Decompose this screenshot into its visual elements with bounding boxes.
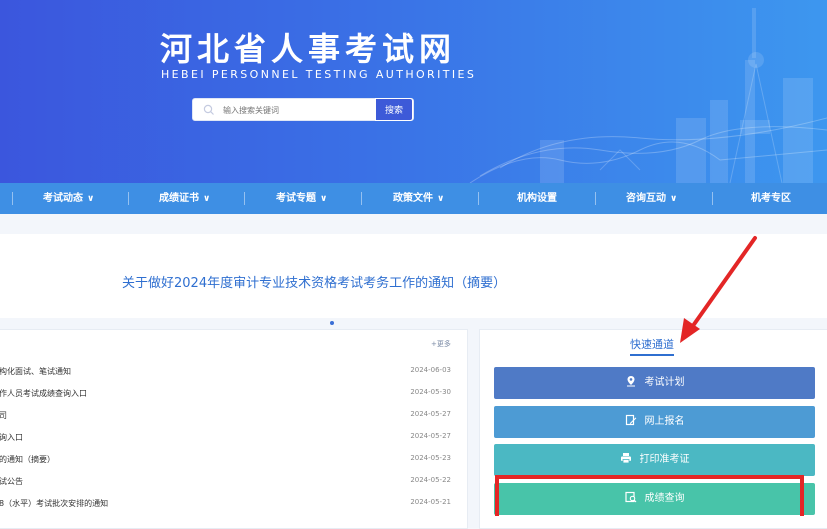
printer-icon [620, 453, 631, 464]
carousel-indicator-dot[interactable] [330, 321, 334, 325]
nav-item-label: 政策文件 [393, 193, 433, 204]
search-box: 搜索 [192, 98, 414, 121]
list-item[interactable]: 构化面试、笔试通知 2024-06-03 [0, 361, 455, 383]
news-date: 2024-05-27 [410, 410, 451, 418]
nav-divider [361, 192, 362, 205]
list-item[interactable]: 询入口 2024-05-27 [0, 427, 455, 449]
nav-item-exam-news[interactable]: 考试动态 ∨ [43, 183, 94, 214]
news-title: 司 [0, 411, 7, 420]
news-title: 构化面试、笔试通知 [0, 367, 71, 376]
nav-item-exam-topics[interactable]: 考试专题 ∨ [276, 183, 327, 214]
nav-item-label: 机考专区 [751, 193, 791, 204]
news-title: 8（水平）考试批次安排的通知 [0, 499, 109, 508]
score-query-button[interactable]: 成绩查询 [494, 483, 815, 515]
list-item[interactable]: 试公告 2024-05-22 [0, 471, 455, 493]
notice-headline-link[interactable]: 关于做好2024年度审计专业技术资格考试考务工作的通知（摘要） [122, 272, 506, 291]
notice-carousel: 关于做好2024年度审计专业技术资格考试考务工作的通知（摘要） [0, 214, 827, 325]
header-banner: 河北省人事考试网 HEBEI PERSONNEL TESTING AUTHORI… [0, 0, 827, 183]
chevron-down-icon: ∨ [87, 194, 95, 204]
news-title: 询入口 [0, 433, 23, 442]
nav-item-consultation[interactable]: 咨询互动 ∨ [626, 183, 677, 214]
list-item[interactable]: 司 2024-05-27 [0, 405, 455, 427]
news-date: 2024-05-30 [410, 388, 451, 396]
nav-item-scores-certificates[interactable]: 成绩证书 ∨ [159, 183, 210, 214]
chevron-down-icon: ∨ [203, 194, 211, 204]
score-search-icon [624, 491, 636, 503]
button-label: 成绩查询 [644, 493, 685, 504]
news-panel: +更多 构化面试、笔试通知 2024-06-03 作人员考试成绩查询入口 2024-… [0, 329, 468, 529]
chevron-down-icon: ∨ [670, 194, 678, 204]
nav-divider [478, 192, 479, 205]
nav-divider [595, 192, 596, 205]
search-input[interactable] [223, 102, 363, 118]
nav-divider [244, 192, 245, 205]
news-date: 2024-05-23 [410, 454, 451, 462]
nav-item-label: 考试动态 [43, 193, 83, 204]
edit-form-icon [625, 414, 636, 426]
quick-access-panel: 快速通道 考试计划 网上报名 打印准考证 成绩查询 [479, 329, 827, 529]
news-date: 2024-05-21 [410, 498, 451, 506]
news-title: 的通知（摘要） [0, 455, 55, 464]
chevron-down-icon: ∨ [320, 194, 328, 204]
news-date: 2024-05-27 [410, 432, 451, 440]
site-title: 河北省人事考试网 [160, 30, 457, 68]
nav-item-label: 考试专题 [276, 193, 316, 204]
nav-item-computer-exam[interactable]: 机考专区 [751, 183, 791, 214]
list-item[interactable]: 8（水平）考试批次安排的通知 2024-05-21 [0, 493, 455, 515]
list-item[interactable]: 作人员考试成绩查询入口 2024-05-30 [0, 383, 455, 405]
button-label: 打印准考证 [639, 454, 690, 465]
map-pin-icon [626, 376, 635, 387]
news-date: 2024-05-22 [410, 476, 451, 484]
site-subtitle: HEBEI PERSONNEL TESTING AUTHORITIES [161, 68, 477, 81]
exam-plan-button[interactable]: 考试计划 [494, 367, 815, 399]
nav-divider [12, 192, 13, 205]
news-date: 2024-06-03 [410, 366, 451, 374]
nav-divider [712, 192, 713, 205]
nav-item-label: 成绩证书 [159, 193, 199, 204]
news-title: 试公告 [0, 477, 23, 486]
chevron-down-icon: ∨ [437, 194, 445, 204]
button-label: 网上报名 [644, 416, 685, 427]
nav-divider [128, 192, 129, 205]
nav-item-policy-documents[interactable]: 政策文件 ∨ [393, 183, 444, 214]
main-nav: 考试动态 ∨ 成绩证书 ∨ 考试专题 ∨ 政策文件 ∨ 机构设置 咨询互动 ∨ 机考专区 [0, 183, 827, 214]
nav-item-label: 机构设置 [517, 193, 557, 204]
button-label: 考试计划 [644, 377, 685, 388]
search-button[interactable]: 搜索 [375, 98, 413, 121]
list-item[interactable]: 的通知（摘要） 2024-05-23 [0, 449, 455, 471]
news-title: 作人员考试成绩查询入口 [0, 389, 87, 398]
more-link[interactable]: +更多 [431, 339, 451, 349]
search-icon [203, 104, 214, 115]
print-admission-ticket-button[interactable]: 打印准考证 [494, 444, 815, 476]
nav-item-organization[interactable]: 机构设置 [517, 183, 557, 214]
quick-access-title: 快速通道 [630, 336, 674, 356]
nav-item-label: 咨询互动 [626, 193, 666, 204]
online-registration-button[interactable]: 网上报名 [494, 406, 815, 438]
